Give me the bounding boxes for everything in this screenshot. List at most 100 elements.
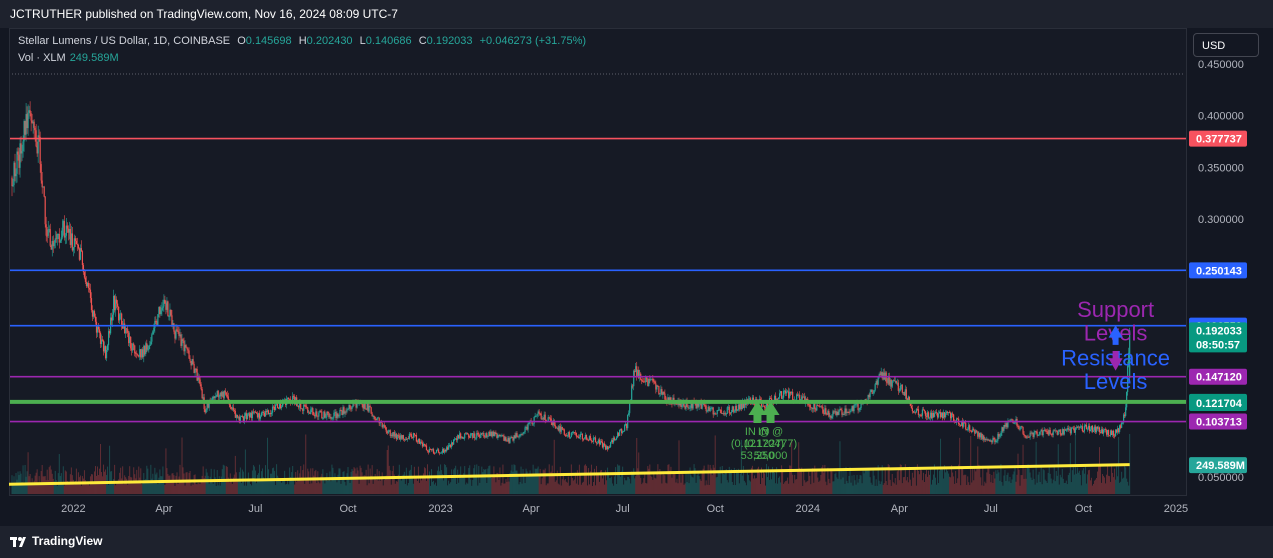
- volume-bar: [231, 483, 233, 494]
- candle-body: [94, 316, 97, 322]
- y-tick-label: 0.400000: [1198, 111, 1244, 123]
- candle-body: [736, 410, 738, 412]
- volume-bar: [435, 482, 437, 494]
- volume-bar: [103, 464, 105, 494]
- volume-bar: [1095, 477, 1097, 494]
- candle-body: [17, 151, 19, 155]
- volume-legend[interactable]: Vol · XLM 249.589M: [18, 52, 119, 64]
- candle-body: [1042, 431, 1044, 436]
- currency-button[interactable]: USD: [1193, 33, 1259, 57]
- volume-bar: [536, 468, 538, 494]
- volume-bar: [234, 455, 236, 494]
- volume-bar: [85, 484, 87, 494]
- volume-bar: [415, 475, 417, 494]
- volume-bar: [1094, 479, 1096, 494]
- volume-bar: [552, 473, 554, 494]
- candle-body: [316, 411, 318, 416]
- volume-bar: [607, 467, 609, 494]
- candle-body: [474, 433, 476, 439]
- x-tick-label: Apr: [155, 503, 172, 515]
- candle-body: [524, 427, 526, 433]
- volume-bar: [238, 472, 240, 494]
- volume-bar: [357, 470, 359, 494]
- candle-body: [47, 229, 49, 236]
- volume-bar: [1039, 481, 1041, 494]
- volume-bar: [186, 472, 188, 494]
- candle-body: [857, 403, 859, 411]
- candle-body: [1033, 432, 1035, 437]
- volume-bar: [299, 473, 301, 494]
- candle-body: [1019, 429, 1021, 430]
- volume-bar: [535, 469, 537, 494]
- candle-body: [385, 427, 387, 432]
- volume-bar: [946, 469, 948, 494]
- volume-bar: [886, 485, 888, 494]
- candle-body: [251, 411, 254, 419]
- volume-bar: [424, 468, 426, 494]
- volume-bar: [841, 470, 843, 494]
- candle-body: [423, 443, 426, 446]
- volume-bar: [479, 482, 481, 494]
- volume-bar: [981, 485, 983, 494]
- candle-body: [1045, 430, 1047, 432]
- candle-body: [850, 410, 852, 412]
- volume-bar: [588, 484, 590, 494]
- volume-bar: [921, 480, 923, 494]
- candle-body: [255, 412, 258, 414]
- candle-body: [910, 405, 912, 409]
- volume-bar: [1008, 481, 1010, 494]
- volume-bar: [288, 484, 290, 494]
- volume-bar: [316, 483, 318, 494]
- volume-bar: [400, 480, 402, 494]
- volume-bar: [455, 465, 457, 494]
- volume-bar: [480, 474, 482, 494]
- volume-bar: [854, 480, 856, 494]
- volume-bar: [423, 467, 425, 494]
- volume-bar: [586, 485, 588, 494]
- volume-bar: [196, 484, 198, 494]
- volume-bar: [183, 473, 185, 494]
- volume-bar: [653, 473, 655, 494]
- tradingview-logo[interactable]: TradingView: [10, 534, 102, 548]
- candle-body: [133, 343, 135, 346]
- volume-bar: [1127, 481, 1129, 494]
- volume-bar: [192, 484, 194, 494]
- volume-bar: [784, 482, 786, 494]
- volume-bar: [926, 476, 928, 494]
- candle-body: [327, 411, 329, 414]
- volume-bar: [249, 483, 251, 494]
- candle-body: [502, 435, 504, 437]
- candle-body: [88, 288, 91, 290]
- volume-bar: [699, 479, 701, 494]
- volume-bar: [827, 467, 829, 494]
- volume-bar: [583, 465, 585, 494]
- x-tick-label: 2023: [428, 503, 452, 515]
- volume-bar: [328, 478, 330, 494]
- volume-bar: [782, 468, 784, 494]
- x-tick-label: 2024: [796, 503, 820, 515]
- volume-bar: [682, 474, 684, 494]
- volume-bar: [522, 469, 524, 494]
- volume-bar: [635, 476, 637, 494]
- volume-bar: [807, 480, 809, 494]
- candle-body: [303, 404, 305, 411]
- price-chart[interactable]: 0.4500000.4000000.3500000.3000000.250000…: [0, 0, 1273, 558]
- volume-bar: [867, 470, 869, 494]
- volume-bar: [177, 484, 179, 494]
- volume-bar: [901, 483, 903, 494]
- volume-bar: [575, 483, 577, 494]
- volume-bar: [777, 483, 779, 494]
- volume-bar: [500, 485, 502, 494]
- candle-body: [648, 379, 650, 387]
- candle-body: [1000, 433, 1002, 436]
- volume-bar: [846, 480, 848, 494]
- symbol-title: Stellar Lumens / US Dollar, 1D, COINBASE: [18, 35, 231, 47]
- volume-bar: [304, 483, 306, 494]
- volume-bar: [1046, 482, 1048, 494]
- volume-bar: [891, 473, 893, 494]
- volume-bar: [566, 482, 568, 494]
- volume-bar: [863, 473, 865, 494]
- symbol-legend[interactable]: Stellar Lumens / US Dollar, 1D, COINBASE…: [18, 35, 586, 47]
- candle-body: [410, 434, 412, 438]
- volume-bar: [872, 468, 874, 494]
